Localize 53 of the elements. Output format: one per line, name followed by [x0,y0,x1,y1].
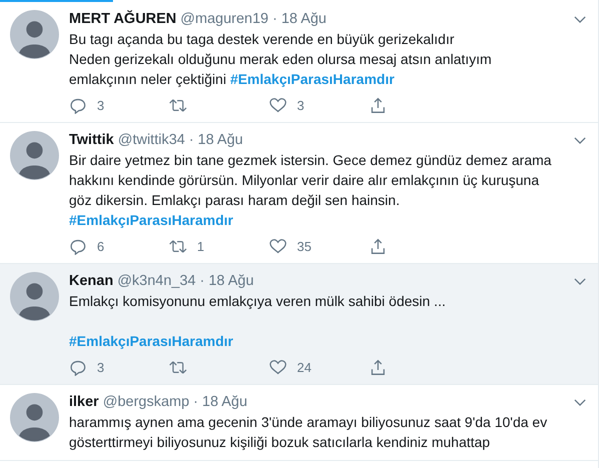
retweet-count: 1 [197,239,204,254]
avatar[interactable] [10,10,59,59]
user-handle[interactable]: @bergskamp [102,393,190,412]
tweet-text: harammış aynen ama gecenin 3'ünde aramayı biliyosunuz saat 9'da 10'da ev [69,413,548,432]
tweet-text: göz dikersin. Emlakçı parası haram değil sen hainsin. [69,191,400,210]
tweet-date[interactable]: · 18 Ağu [193,393,248,412]
chevron-down-icon[interactable] [574,16,586,23]
tweet-text: gösterttirmeyi biliyosunuz kişiliği bozuk satıcılarla kendiniz muhattap [69,433,490,452]
hashtag-link[interactable]: #EmlakçıParasıHaramdır [69,210,234,230]
avatar[interactable] [10,272,59,321]
tweet-date[interactable]: · 18 Ağu [272,10,326,29]
chevron-down-icon[interactable] [574,137,586,144]
user-handle[interactable]: @maguren19 [180,10,268,29]
user-handle[interactable]: @twittik34 [118,131,185,150]
hashtag-link[interactable]: #EmlakçıParasıHaramdır [230,69,394,89]
share-icon[interactable] [369,97,387,114]
like-count: 35 [297,239,312,254]
heart-icon[interactable] [269,238,287,255]
reply-icon[interactable] [69,97,87,114]
tweet-text: hakkını kendinde görürsün. Milyonlar verir daire alır emlakçının üç kuruşuna [69,171,540,190]
tweet-text: Bu tagı açanda bu taga destek verende en büyük gerizekalıdır [69,30,454,49]
user-name[interactable]: Kenan [69,272,114,291]
reply-count: 3 [97,98,104,113]
heart-icon[interactable] [269,97,287,114]
reply-count: 6 [97,239,104,254]
tweet-date[interactable]: · 18 Ağu [188,131,243,150]
reply-icon[interactable] [69,238,87,255]
hashtag-link[interactable]: #EmlakçıParasıHaramdır [69,331,234,351]
tweet-text: Bir daire yetmez bin tane gezmek istersin. Gece demez gündüz demez arama [69,151,552,170]
tweet-card[interactable]: ilker @bergskamp · 18 Ağu harammış aynen ama gecenin 3'ünde aramayı biliyosunuz saat 9'da 10'da ev gösterttirmeyi biliyosunuz kişiliği bozuk satıcılarla kendiniz muhattap [0,385,598,461]
retweet-icon[interactable] [169,238,187,255]
avatar[interactable] [10,393,59,442]
share-icon[interactable] [369,359,387,376]
tweet-card[interactable]: Kenan @k3n4n_34 · 18 Ağu Emlakçı komisyonunu emlakçıya veren mülk sahibi ödesin ... #EmlakçıParasıHaramdır 3 24 [0,264,598,385]
user-name[interactable]: MERT AĞUREN [69,10,176,29]
user-handle[interactable]: @k3n4n_34 [117,272,196,291]
avatar[interactable] [10,131,59,180]
retweet-icon[interactable] [169,359,187,376]
user-name[interactable]: ilker [69,393,99,412]
tweet-date[interactable]: · 18 Ağu [200,272,254,291]
chevron-down-icon[interactable] [574,278,586,285]
chevron-down-icon[interactable] [574,399,586,406]
reply-icon[interactable] [69,359,87,376]
share-icon[interactable] [369,238,387,255]
heart-icon[interactable] [269,359,287,376]
like-count: 3 [297,98,304,113]
tweet-text: emlakçının neler çektiğini [69,70,226,89]
retweet-icon[interactable] [169,97,187,114]
user-name[interactable]: Twittik [69,131,114,150]
tweet-text: Emlakçı komisyonunu emlakçıya veren mülk sahibi ödesin ... [69,292,446,311]
like-count: 24 [297,360,312,375]
tweet-text: Neden gerizekalı olduğunu merak eden olursa mesaj atsın anlatıyım [69,50,492,69]
reply-count: 3 [97,360,104,375]
